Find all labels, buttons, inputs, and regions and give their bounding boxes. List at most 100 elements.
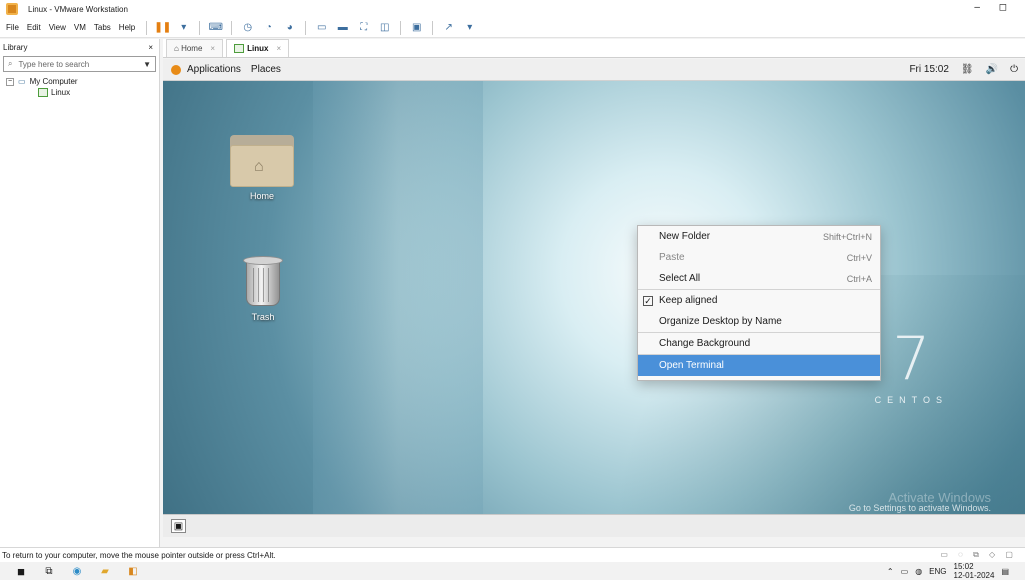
gnome-top-bar: Applications Places Fri 15:02 ⛓ 🔊 ⏻	[163, 59, 1025, 81]
show-library-icon[interactable]: ▭	[314, 21, 329, 34]
vmware-window: Linux - VMware Workstation – ◻ File Edit…	[0, 0, 1025, 580]
tab-home[interactable]: ⌂ Home ×	[166, 39, 224, 57]
guest-bottom-bar: ▣	[163, 514, 1025, 537]
menu-item-open-terminal[interactable]: Open Terminal	[638, 355, 880, 376]
toolbar-separator	[231, 20, 233, 35]
snapshot-icon[interactable]: ◷	[240, 21, 255, 34]
toolbar-separator	[146, 20, 148, 35]
stretch-guest-icon[interactable]: ↗	[441, 21, 456, 34]
volume-icon[interactable]: 🔊	[986, 64, 998, 75]
edge-browser-icon[interactable]: ◉	[70, 565, 84, 577]
close-library-icon[interactable]: ×	[148, 43, 153, 52]
menu-item-new-folder[interactable]: New Folder Shift+Ctrl+N	[638, 226, 880, 247]
desktop-context-menu: New Folder Shift+Ctrl+N Paste Ctrl+V Sel…	[637, 225, 881, 381]
menu-item-paste[interactable]: Paste Ctrl+V	[638, 247, 880, 268]
close-tab-icon[interactable]: ×	[210, 44, 215, 53]
menu-item-label: Paste	[659, 252, 685, 263]
menu-vm[interactable]: VM	[74, 23, 86, 32]
applications-menu[interactable]: Applications	[187, 64, 241, 75]
centos-wordmark: CENTOS	[874, 395, 948, 405]
applications-icon	[171, 64, 181, 75]
menu-tabs[interactable]: Tabs	[94, 23, 111, 32]
device-status-icons[interactable]: ▭ ◌ ⧉ ◇ ▢	[940, 550, 1017, 560]
unity-icon[interactable]: ◫	[377, 21, 392, 34]
window-controls[interactable]: – ◻	[974, 2, 1015, 13]
menu-item-label: Change Background	[659, 338, 751, 349]
virtual-machine-icon	[234, 44, 245, 53]
search-icon: ⌕	[8, 59, 13, 68]
checkbox-checked-icon: ✓	[643, 295, 653, 306]
tab-linux-label: Linux	[247, 44, 269, 53]
top-bar-status: Fri 15:02 ⛓ 🔊 ⏻	[909, 64, 1018, 75]
tab-bar: ⌂ Home × Linux ×	[163, 39, 1025, 58]
library-panel: Library × ⌕ Type here to search ▼ − ▭ My…	[0, 39, 160, 547]
taskbar-clock[interactable]: 15:02 12-01-2024	[954, 562, 995, 580]
tray-chevron-icon[interactable]: ⌃	[887, 567, 894, 576]
dropdown-arrow-icon[interactable]: ▾	[176, 21, 191, 34]
send-ctrl-alt-del-icon[interactable]: ⌨	[208, 21, 223, 34]
clock[interactable]: Fri 15:02	[909, 64, 948, 75]
toolbar-separator	[400, 20, 402, 35]
collapse-icon[interactable]: −	[6, 77, 14, 86]
library-search-placeholder: Type here to search	[18, 59, 90, 69]
close-tab-icon[interactable]: ×	[276, 44, 281, 53]
menu-view[interactable]: View	[49, 23, 66, 32]
library-header: Library ×	[0, 39, 159, 55]
library-search-input[interactable]: ⌕ Type here to search ▼	[3, 56, 156, 72]
menu-edit[interactable]: Edit	[27, 23, 41, 32]
menu-item-label: New Folder	[659, 231, 711, 242]
home-folder-icon: ⌂	[230, 135, 294, 187]
vmware-taskbar-icon[interactable]: ◧	[126, 565, 140, 577]
trash-icon	[241, 256, 285, 308]
menu-file[interactable]: File	[6, 23, 19, 32]
menu-item-keep-aligned[interactable]: ✓ Keep aligned	[638, 290, 880, 311]
window-title: Linux - VMware Workstation	[28, 4, 128, 14]
toolbar-separator	[432, 20, 434, 35]
menu-help[interactable]: Help	[119, 23, 135, 32]
windows-start-icon[interactable]: ■	[14, 564, 28, 579]
desktop-icon-trash[interactable]: Trash	[223, 256, 303, 322]
toolbar-separator	[305, 20, 307, 35]
tree-item-linux[interactable]: Linux	[0, 87, 159, 98]
menu-item-change-background[interactable]: Change Background	[638, 333, 880, 354]
power-icon[interactable]: ⏻	[1010, 64, 1018, 75]
console-view-icon[interactable]: ▣	[409, 21, 424, 34]
tab-linux[interactable]: Linux ×	[226, 39, 290, 57]
revert-snapshot-icon[interactable]: ◔	[261, 21, 276, 34]
network-tray-icon[interactable]: ▭	[901, 567, 909, 576]
task-view-icon[interactable]: ⧉	[42, 565, 56, 577]
desktop-icon-home[interactable]: ⌂ Home	[222, 135, 302, 201]
tree-item-my-computer[interactable]: − ▭ My Computer	[0, 76, 159, 87]
activate-windows-message: Go to Settings to activate Windows.	[848, 503, 991, 513]
menu-item-label: Open Terminal	[659, 360, 724, 371]
menu-item-label: Organize Desktop by Name	[659, 316, 782, 327]
file-explorer-icon[interactable]: ▰	[98, 565, 112, 577]
title-bar: Linux - VMware Workstation – ◻	[0, 0, 1025, 18]
library-title: Library	[3, 42, 28, 52]
notification-icon[interactable]: ▤	[1001, 567, 1009, 576]
menu-item-organize-desktop[interactable]: Organize Desktop by Name	[638, 311, 880, 332]
network-icon[interactable]: ⛓	[961, 64, 974, 75]
toolbar-separator	[199, 20, 201, 35]
tree-label-linux: Linux	[51, 88, 71, 97]
places-menu[interactable]: Places	[251, 64, 281, 75]
vmware-tray-icon[interactable]: ◍	[915, 567, 922, 576]
search-dropdown-icon[interactable]: ▼	[143, 60, 151, 69]
guest-desktop[interactable]: ⌂ Home Trash New Folder Shift+Ctrl+N Pas…	[163, 81, 1025, 535]
thumbnail-bar-icon[interactable]: ▬	[335, 21, 350, 34]
show-desktop-icon[interactable]: ▣	[171, 519, 186, 533]
pause-icon[interactable]: ❚❚	[154, 21, 171, 34]
full-screen-icon[interactable]: ⛶	[356, 21, 371, 34]
stretch-dropdown-icon[interactable]: ▾	[462, 21, 477, 34]
language-indicator[interactable]: ENG	[929, 567, 946, 576]
manage-snapshots-icon[interactable]: ◕	[282, 21, 297, 34]
shortcut-label: Ctrl+A	[846, 273, 872, 284]
computer-icon: ▭	[18, 77, 26, 86]
desktop-icon-label: Home	[249, 191, 274, 201]
toolbar: ❚❚ ▾ ⌨ ◷ ◔ ◕ ▭ ▬ ⛶ ◫ ▣ ↗ ▾	[141, 20, 480, 35]
shortcut-label: Shift+Ctrl+N	[822, 231, 872, 242]
library-tree: − ▭ My Computer Linux	[0, 76, 159, 98]
menu-item-select-all[interactable]: Select All Ctrl+A	[638, 268, 880, 289]
menu-item-label: Keep aligned	[659, 295, 718, 306]
windows-taskbar: ■ ⧉ ◉ ▰ ◧ ⌃ ▭ ◍ ENG 15:02 12-01-2024 ▤	[0, 562, 1025, 580]
